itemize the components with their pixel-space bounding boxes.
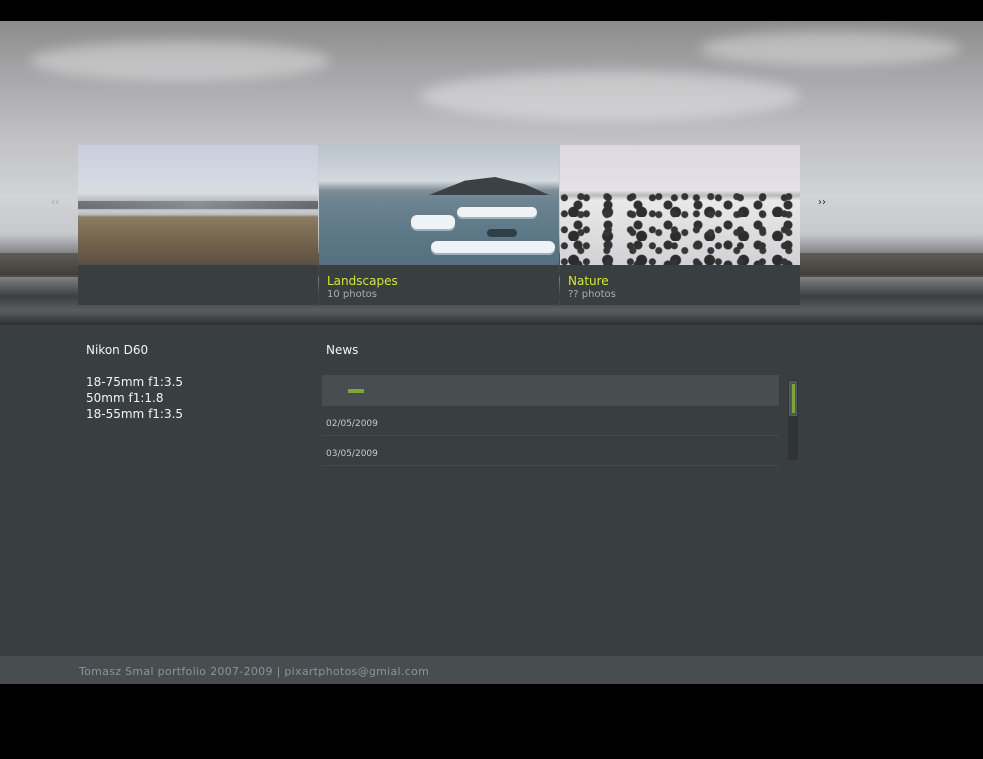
bottom-bar — [0, 684, 983, 759]
album-card[interactable] — [78, 145, 318, 305]
lens-item: 18-55mm f1:3.5 — [86, 407, 184, 421]
green-marker-icon — [348, 389, 364, 393]
main-content: Nikon D60 18-75mm f1:3.5 50mm f1:1.8 18-… — [0, 325, 983, 656]
mountain-range — [78, 201, 318, 209]
scrollbar-thumb[interactable] — [789, 381, 797, 416]
album-count: ?? photos — [568, 289, 616, 300]
next-arrow-icon[interactable]: ›› — [815, 196, 829, 210]
album-title[interactable]: Nature — [568, 274, 609, 288]
album-card-nature[interactable]: Nature ?? photos — [560, 145, 800, 305]
lava-rocks — [560, 193, 800, 265]
news-item[interactable]: 02/05/2009 — [322, 406, 779, 436]
footer-text: Tomasz Smal portfolio 2007-2009 | pixart… — [79, 665, 430, 678]
news-heading: News — [326, 343, 359, 357]
top-bar — [0, 0, 983, 21]
mountain-peak — [429, 177, 549, 195]
equipment-list: Nikon D60 18-75mm f1:3.5 50mm f1:1.8 18-… — [86, 342, 183, 422]
album-title[interactable]: Landscapes — [327, 274, 398, 288]
footer: Tomasz Smal portfolio 2007-2009 | pixart… — [0, 656, 983, 684]
camera-model: Nikon D60 — [86, 343, 149, 357]
iceberg — [431, 241, 555, 253]
album-thumbnail[interactable] — [78, 145, 318, 265]
iceberg — [411, 215, 455, 229]
news-scrollbar[interactable] — [788, 380, 798, 460]
lens-item: 18-75mm f1:3.5 — [86, 375, 184, 389]
news-item[interactable]: 03/05/2009 — [322, 436, 779, 466]
news-list: 02/05/2009 03/05/2009 — [322, 375, 800, 466]
album-thumbnail[interactable] — [319, 145, 559, 265]
cloud — [420, 71, 800, 121]
cloud — [30, 41, 330, 81]
prev-arrow-icon[interactable]: ‹‹ — [48, 196, 62, 210]
cloud — [700, 31, 960, 66]
news-date: 03/05/2009 — [326, 449, 378, 459]
iceberg — [457, 207, 537, 217]
album-thumbnail[interactable] — [560, 145, 800, 265]
news-date: 02/05/2009 — [326, 419, 378, 429]
lens-item: 50mm f1:1.8 — [86, 391, 164, 405]
album-card-landscapes[interactable]: Landscapes 10 photos — [319, 145, 559, 305]
album-count: 10 photos — [327, 289, 377, 300]
rock — [487, 229, 517, 237]
album-gallery: Landscapes 10 photos Nature ?? photos — [78, 145, 800, 305]
news-item-expanded[interactable] — [322, 375, 779, 406]
